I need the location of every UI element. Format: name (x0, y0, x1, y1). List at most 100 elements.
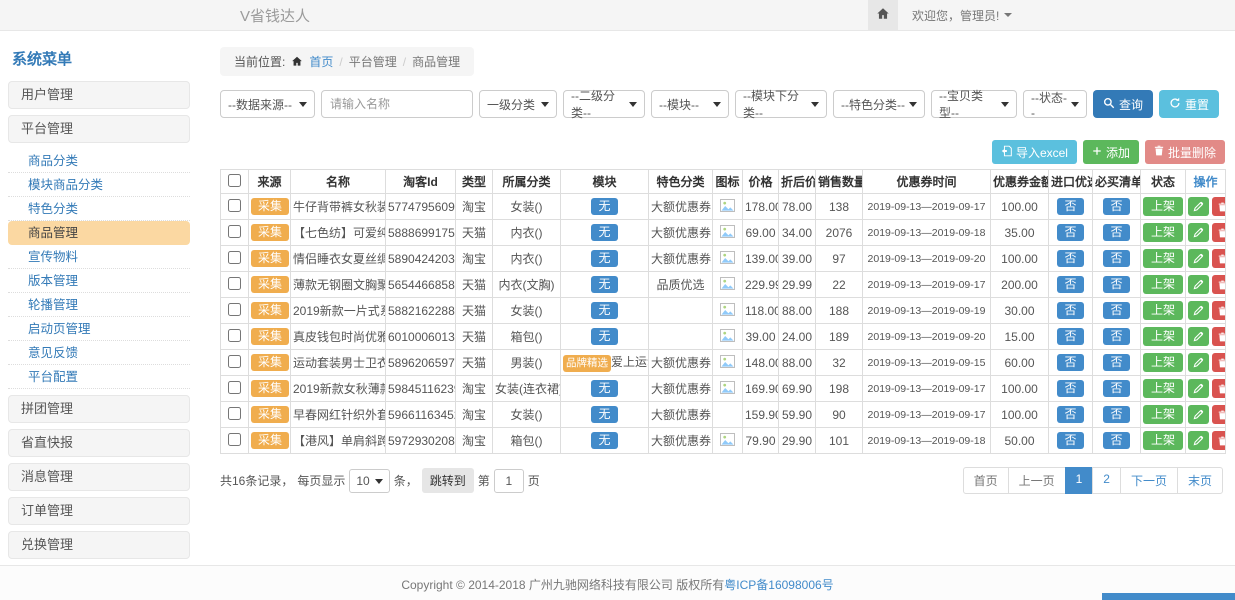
per-page-select[interactable]: 10 (349, 469, 389, 493)
import-select-badge[interactable]: 否 (1057, 224, 1083, 241)
sidebar-item-module-goods-category[interactable]: 模块商品分类 (8, 173, 190, 197)
source-badge[interactable]: 采集 (251, 302, 289, 319)
module-select[interactable]: --模块-- (651, 90, 729, 118)
source-badge[interactable]: 采集 (251, 250, 289, 267)
level2-category-select[interactable]: --二级分类-- (563, 90, 645, 118)
item-type-select[interactable]: --宝贝类型-- (931, 90, 1017, 118)
next-page-button[interactable]: 下一页 (1120, 467, 1178, 494)
source-badge[interactable]: 采集 (251, 406, 289, 423)
delete-button[interactable] (1212, 431, 1226, 450)
icp-link[interactable]: 粤ICP备16098006号 (724, 578, 833, 592)
sidebar-item-splash-page-management[interactable]: 启动页管理 (8, 317, 190, 341)
edit-button[interactable] (1188, 301, 1209, 320)
source-badge[interactable]: 采集 (251, 276, 289, 293)
sidebar-item-goods-management[interactable]: 商品管理 (8, 221, 190, 245)
status-badge[interactable]: 上架 (1143, 249, 1183, 268)
must-buy-badge[interactable]: 否 (1103, 432, 1129, 449)
edit-button[interactable] (1188, 327, 1209, 346)
row-checkbox[interactable] (228, 251, 241, 264)
sidebar-item-platform-config[interactable]: 平台配置 (8, 365, 190, 389)
import-select-badge[interactable]: 否 (1057, 380, 1083, 397)
home-button[interactable] (868, 0, 898, 30)
must-buy-badge[interactable]: 否 (1103, 250, 1129, 267)
row-checkbox[interactable] (228, 225, 241, 238)
user-menu[interactable]: 欢迎您，管理员! (898, 7, 1012, 24)
status-badge[interactable]: 上架 (1143, 353, 1183, 372)
must-buy-badge[interactable]: 否 (1103, 406, 1129, 423)
source-badge[interactable]: 采集 (251, 328, 289, 345)
delete-button[interactable] (1212, 275, 1226, 294)
delete-button[interactable] (1212, 301, 1226, 320)
module-badge[interactable]: 无 (591, 224, 617, 241)
jump-to-button[interactable]: 跳转到 (422, 468, 474, 493)
module-badge[interactable]: 无 (591, 380, 617, 397)
status-badge[interactable]: 上架 (1143, 301, 1183, 320)
must-buy-badge[interactable]: 否 (1103, 328, 1129, 345)
sidebar-item-feedback[interactable]: 意见反馈 (8, 341, 190, 365)
delete-button[interactable] (1212, 223, 1226, 242)
sidebar-item-version-management[interactable]: 版本管理 (8, 269, 190, 293)
sidebar-item-promo-materials[interactable]: 宣传物料 (8, 245, 190, 269)
sidebar-item-carousel-management[interactable]: 轮播管理 (8, 293, 190, 317)
must-buy-badge[interactable]: 否 (1103, 380, 1129, 397)
import-select-badge[interactable]: 否 (1057, 276, 1083, 293)
row-checkbox[interactable] (228, 381, 241, 394)
row-checkbox[interactable] (228, 407, 241, 420)
module-badge[interactable]: 无 (591, 276, 617, 293)
source-badge[interactable]: 采集 (251, 354, 289, 371)
module-badge[interactable]: 无 (591, 302, 617, 319)
source-badge[interactable]: 采集 (251, 432, 289, 449)
status-badge[interactable]: 上架 (1143, 197, 1183, 216)
first-page-button[interactable]: 首页 (963, 467, 1009, 494)
status-badge[interactable]: 上架 (1143, 275, 1183, 294)
sidebar-item-exchange-management[interactable]: 兑换管理 (8, 531, 190, 559)
sidebar-item-platform-management[interactable]: 平台管理 (8, 115, 190, 143)
prev-page-button[interactable]: 上一页 (1008, 467, 1066, 494)
edit-button[interactable] (1188, 405, 1209, 424)
delete-button[interactable] (1212, 353, 1226, 372)
row-checkbox[interactable] (228, 329, 241, 342)
import-select-badge[interactable]: 否 (1057, 328, 1083, 345)
sidebar-item-express-news[interactable]: 省直快报 (8, 429, 190, 457)
sidebar-item-order-management[interactable]: 订单管理 (8, 497, 190, 525)
edit-button[interactable] (1188, 275, 1209, 294)
reset-button[interactable]: 重置 (1159, 90, 1219, 118)
module-badge[interactable]: 无 (591, 406, 617, 423)
last-page-button[interactable]: 末页 (1177, 467, 1223, 494)
module-sub-category-select[interactable]: --模块下分类-- (735, 90, 827, 118)
page-1-button[interactable]: 1 (1065, 467, 1094, 494)
must-buy-badge[interactable]: 否 (1103, 224, 1129, 241)
edit-button[interactable] (1188, 223, 1209, 242)
status-badge[interactable]: 上架 (1143, 379, 1183, 398)
delete-button[interactable] (1212, 327, 1226, 346)
import-select-badge[interactable]: 否 (1057, 250, 1083, 267)
sidebar-item-user-management[interactable]: 用户管理 (8, 81, 190, 109)
row-checkbox[interactable] (228, 277, 241, 290)
delete-button[interactable] (1212, 405, 1226, 424)
row-checkbox[interactable] (228, 355, 241, 368)
import-select-badge[interactable]: 否 (1057, 406, 1083, 423)
import-select-badge[interactable]: 否 (1057, 302, 1083, 319)
must-buy-badge[interactable]: 否 (1103, 354, 1129, 371)
edit-button[interactable] (1188, 431, 1209, 450)
level1-category-select[interactable]: 一级分类 (479, 90, 557, 118)
import-select-badge[interactable]: 否 (1057, 432, 1083, 449)
edit-button[interactable] (1188, 379, 1209, 398)
must-buy-badge[interactable]: 否 (1103, 198, 1129, 215)
delete-button[interactable] (1212, 249, 1226, 268)
sidebar-item-message-management[interactable]: 消息管理 (8, 463, 190, 491)
must-buy-badge[interactable]: 否 (1103, 276, 1129, 293)
row-checkbox[interactable] (228, 433, 241, 446)
breadcrumb-home-link[interactable]: 首页 (309, 53, 333, 70)
module-badge[interactable]: 无 (591, 432, 617, 449)
jump-page-input[interactable] (494, 469, 524, 493)
delete-button[interactable] (1212, 379, 1226, 398)
page-2-button[interactable]: 2 (1092, 467, 1121, 494)
sidebar-item-goods-category[interactable]: 商品分类 (8, 149, 190, 173)
query-button[interactable]: 查询 (1093, 90, 1153, 118)
module-badge[interactable]: 无 (591, 328, 617, 345)
status-badge[interactable]: 上架 (1143, 223, 1183, 242)
status-badge[interactable]: 上架 (1143, 431, 1183, 450)
status-badge[interactable]: 上架 (1143, 327, 1183, 346)
module-badge[interactable]: 无 (591, 198, 617, 215)
